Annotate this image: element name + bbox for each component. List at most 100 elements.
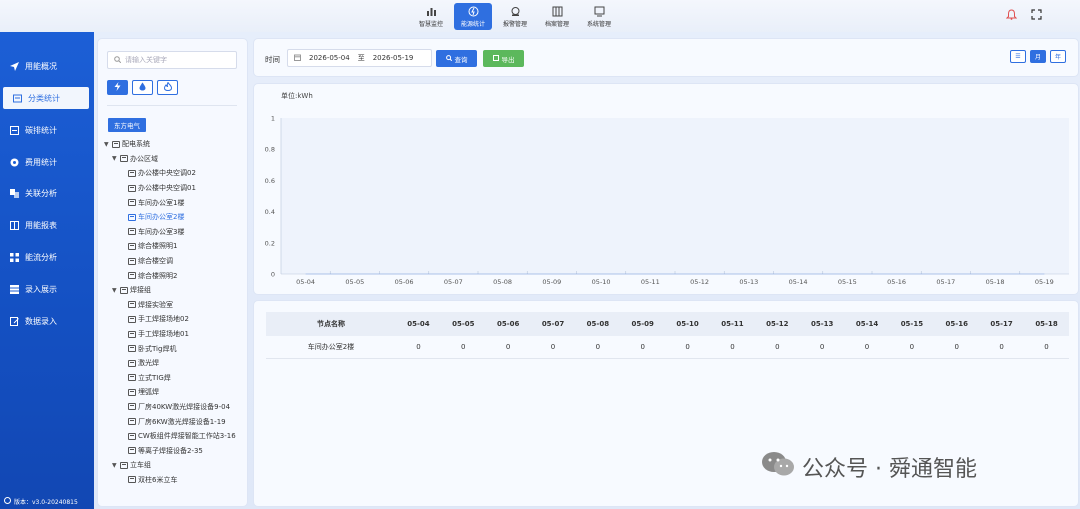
lightning-icon (114, 82, 121, 93)
tree-node[interactable]: 综合楼照明1 (104, 239, 244, 254)
data-table: 节点名称 05-04 05-05 05-06 05-07 05-08 05-09 05-10 0… (266, 312, 1069, 359)
folder-icon (128, 359, 136, 367)
start-date[interactable]: 2026-05-04 (309, 54, 350, 62)
nav-item-energy-stats[interactable]: 能源统计 (454, 3, 492, 30)
search-input[interactable] (125, 56, 225, 64)
tree-node[interactable]: 激光焊 (104, 356, 244, 371)
x-tick-label: 05-15 (838, 278, 857, 286)
x-tick-label: 05-19 (1035, 278, 1054, 286)
x-tick-label: 05-14 (789, 278, 808, 286)
folder-icon (112, 140, 120, 148)
table-header-cell: 05-15 (889, 312, 935, 336)
sidebar-item-data-entry[interactable]: 数据录入 (0, 310, 94, 332)
nav-item-monitor[interactable]: 智慧监控 (412, 3, 450, 30)
x-tick-label: 05-18 (986, 278, 1005, 286)
x-tick-label: 05-04 (296, 278, 315, 286)
x-tick-label: 05-13 (739, 278, 758, 286)
nav-item-label: 报警管理 (502, 20, 527, 28)
nav-item-archive[interactable]: 档案管理 (538, 3, 576, 30)
tree-node[interactable]: 办公楼中央空调02 (104, 166, 244, 181)
sidebar-item-input-display[interactable]: 录入展示 (0, 278, 94, 300)
period-list-button[interactable]: ☰ (1010, 50, 1026, 63)
energy-line-chart: 单位:kWh 0 0.2 0.4 0.6 0.8 1 05-04 05-05 05-06 05-07… (265, 91, 1069, 286)
tree-node-label: 卧式Tig焊机 (138, 344, 177, 353)
tree-node[interactable]: 等离子焊接设备2-35 (104, 443, 244, 458)
tree-node[interactable]: 厂房40KW激光焊接设备9-04 (104, 400, 244, 415)
x-tick-label: 05-09 (542, 278, 561, 286)
tree-node[interactable]: 手工焊接场地02 (104, 312, 244, 327)
caret-down-icon[interactable]: ▼ (112, 462, 120, 469)
x-tick-label: 05-10 (592, 278, 611, 286)
folder-icon (128, 184, 136, 192)
sidebar-item-correlation-analysis[interactable]: 关联分析 (0, 182, 94, 204)
folder-icon (128, 272, 136, 280)
tree-node[interactable]: 手工焊接场地01 (104, 327, 244, 342)
period-month-button[interactable]: 月 (1030, 50, 1046, 63)
company-tag[interactable]: 东方电气 (108, 118, 146, 132)
sidebar-item-energy-overview[interactable]: 用能概况 (0, 55, 94, 77)
period-year-button[interactable]: 年 (1050, 50, 1066, 63)
table-cell: 0 (754, 336, 800, 359)
tree-node[interactable]: 综合楼空调 (104, 254, 244, 269)
watermark-text: 公众号 · 舜通智能 (802, 457, 977, 482)
tree-node[interactable]: 立式TIG焊 (104, 371, 244, 386)
tree-node[interactable]: CW板组件焊接智能工作站3-16 (104, 429, 244, 444)
table-cell: 0 (530, 336, 576, 359)
folder-icon (128, 374, 136, 382)
caret-down-icon[interactable]: ▼ (112, 155, 120, 162)
caret-down-icon[interactable]: ▼ (112, 287, 120, 294)
export-icon (492, 54, 499, 63)
table-header-cell: 05-05 (440, 312, 486, 336)
nav-item-system[interactable]: 系统管理 (580, 3, 618, 30)
nav-item-alarm[interactable]: 报警管理 (496, 3, 534, 30)
caret-down-icon[interactable]: ▼ (104, 141, 112, 148)
tree-node[interactable]: 埋弧焊 (104, 385, 244, 400)
x-tick-label: 05-05 (345, 278, 364, 286)
tree-node[interactable]: ▼ 立车组 (104, 458, 244, 473)
bell-icon[interactable] (1005, 9, 1018, 22)
folder-icon (128, 432, 136, 440)
tree-node-label: 焊接实验室 (138, 300, 173, 309)
table-cell: 0 (934, 336, 980, 359)
folder-icon (120, 155, 128, 163)
tree-node[interactable]: 车间办公室1楼 (104, 195, 244, 210)
tree-node[interactable]: 卧式Tig焊机 (104, 341, 244, 356)
tree-node[interactable]: 焊接实验室 (104, 298, 244, 313)
tree-node[interactable]: 双柱6米立车 (104, 473, 244, 488)
export-button[interactable]: 导出 (483, 50, 524, 67)
folder-icon (128, 388, 136, 396)
date-range-picker[interactable]: 2026-05-04 至 2026-05-19 (287, 49, 432, 67)
tree-node[interactable]: 车间办公室2楼 (104, 210, 244, 225)
tree-node-label: 配电系统 (122, 140, 150, 149)
table-cell: 0 (710, 336, 755, 359)
end-date[interactable]: 2026-05-19 (373, 54, 414, 62)
sidebar-item-label: 数据录入 (25, 316, 57, 326)
tree-node[interactable]: 办公楼中央空调01 (104, 181, 244, 196)
tree-node[interactable]: ▼ 焊接组 (104, 283, 244, 298)
table-header-cell: 05-09 (620, 312, 666, 336)
tree-node[interactable]: 综合楼照明2 (104, 268, 244, 283)
electricity-button[interactable] (107, 80, 128, 95)
sidebar-item-cost-stats[interactable]: 费用统计 (0, 151, 94, 173)
query-button[interactable]: 查询 (436, 50, 477, 67)
top-right-actions (1005, 9, 1042, 22)
tree-node[interactable]: ▼ 配电系统 (104, 137, 244, 152)
water-button[interactable] (132, 80, 153, 95)
tree-node[interactable]: ▼ 办公区域 (104, 152, 244, 167)
monitor-icon (593, 6, 605, 17)
sidebar-item-carbon-stats[interactable]: 碳排统计 (0, 119, 94, 141)
sidebar-item-label: 费用统计 (25, 157, 57, 167)
fullscreen-icon[interactable] (1031, 9, 1042, 22)
gas-button[interactable] (157, 80, 178, 95)
sidebar-item-category-stats[interactable]: 分类统计 (3, 87, 89, 109)
sidebar-item-energy-report[interactable]: 用能报表 (0, 214, 94, 236)
tree-search[interactable] (107, 51, 237, 69)
search-icon (114, 55, 122, 65)
wechat-icon (760, 450, 796, 484)
top-nav: 智慧监控 能源统计 报警管理 档案管理 系统管理 (412, 3, 618, 30)
tree-node[interactable]: 厂房6KW激光焊接设备1-19 (104, 414, 244, 429)
period-toggle: ☰ 月 年 (1010, 50, 1066, 63)
sidebar-item-energy-flow[interactable]: 能流分析 (0, 246, 94, 268)
tree-node[interactable]: 车间办公室3楼 (104, 225, 244, 240)
table-header-cell: 05-17 (979, 312, 1025, 336)
